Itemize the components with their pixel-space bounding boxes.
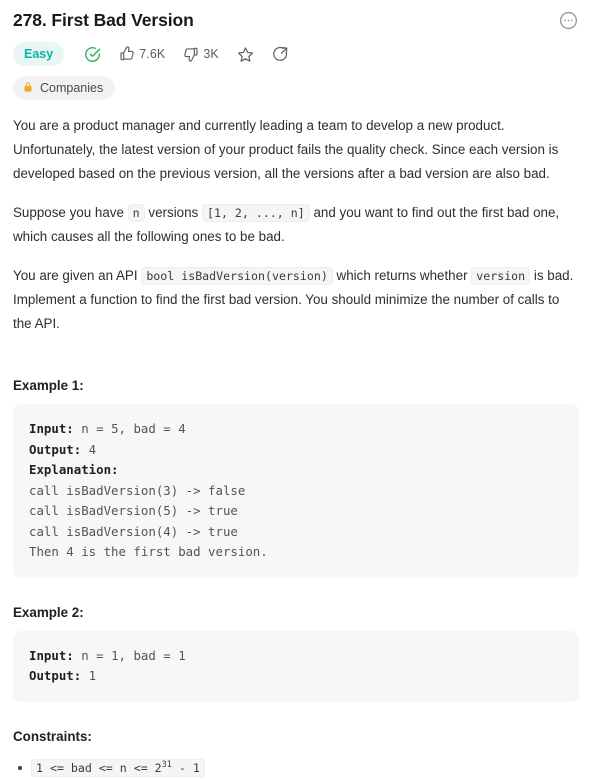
paragraph3-text-2: which returns whether: [336, 268, 468, 283]
upvote-button[interactable]: 7.6K: [119, 43, 165, 65]
solved-status-button[interactable]: [84, 43, 101, 65]
favorite-button[interactable]: [237, 43, 254, 65]
example-2-heading: Example 2:: [13, 604, 84, 620]
inline-code-versions-array: [1, 2, ..., n]: [202, 204, 310, 222]
downvote-count: 3K: [203, 47, 219, 61]
inline-code-api-signature: bool isBadVersion(version): [141, 267, 333, 285]
inline-code-version: version: [471, 267, 531, 285]
share-button[interactable]: [272, 43, 289, 65]
example-1-input-label: Input:: [29, 421, 74, 436]
example-1-output-label: Output:: [29, 441, 82, 457]
more-options-circle-icon[interactable]: [558, 10, 579, 31]
paragraph2-text-1: Suppose you have: [13, 205, 124, 220]
problem-content: You are a product manager and currently …: [13, 114, 579, 779]
example-1-input-value: n = 5, bad = 4: [73, 421, 186, 436]
thumbs-down-icon: [183, 46, 199, 62]
downvote-button[interactable]: 3K: [183, 43, 219, 65]
example-1-explanation-label: Explanation:: [29, 462, 119, 477]
section-spacer-3: [13, 702, 579, 729]
description-paragraph-2: Suppose you have n versions [1, 2, ..., …: [13, 201, 579, 249]
constraint-suffix: - 1: [171, 760, 200, 775]
constraint-prefix: 1 <= bad <= n <= 2: [36, 760, 162, 775]
description-paragraph-3: You are given an API bool isBadVersion(v…: [13, 264, 579, 336]
inline-code-n: n: [127, 204, 145, 222]
lock-icon: [22, 81, 34, 96]
difficulty-badge[interactable]: Easy: [13, 42, 65, 66]
companies-badge[interactable]: Companies: [13, 76, 116, 100]
paragraph2-text-2: versions: [148, 205, 199, 220]
example-1-output-value: 4: [81, 441, 97, 457]
example-2-output-label: Output:: [29, 668, 82, 683]
constraint-superscript: 31: [161, 759, 172, 770]
page-title: 278. First Bad Version: [13, 10, 194, 30]
example-2-code-block: Input: n = 1, bad = 1 Output: 1: [13, 630, 579, 702]
share-icon: [272, 46, 289, 63]
example-2-input-value: n = 1, bad = 1: [73, 647, 186, 663]
description-paragraph-1: You are a product manager and currently …: [13, 118, 559, 181]
example-1-code-block: Input: n = 5, bad = 4 Output: 4 Explanat…: [13, 404, 579, 578]
star-icon: [237, 46, 254, 63]
example-1-heading: Example 1:: [13, 378, 84, 393]
section-spacer-2: [13, 578, 579, 605]
example-2-output-value: 1: [81, 668, 97, 683]
problem-description-panel: 278. First Bad Version Easy 7.6K 3K Comp…: [0, 0, 592, 777]
paragraph3-text-1: You are given an API: [13, 268, 138, 283]
companies-row: Companies: [13, 76, 579, 100]
check-circle-icon: [84, 46, 101, 63]
thumbs-up-icon: [119, 46, 135, 62]
constraints-list: 1 <= bad <= n <= 231 - 1: [13, 757, 579, 779]
title-row: 278. First Bad Version: [13, 0, 579, 32]
companies-label: Companies: [40, 81, 104, 95]
problem-meta-row: Easy 7.6K 3K: [13, 41, 579, 67]
constraints-heading: Constraints:: [13, 728, 92, 744]
example-2-input-label: Input:: [29, 647, 74, 663]
example-1-explanation-lines: call isBadVersion(3) -> false call isBad…: [29, 482, 268, 560]
upvote-count: 7.6K: [139, 47, 166, 61]
inline-code-constraint: 1 <= bad <= n <= 231 - 1: [31, 758, 205, 777]
list-item: 1 <= bad <= n <= 231 - 1: [18, 757, 579, 779]
